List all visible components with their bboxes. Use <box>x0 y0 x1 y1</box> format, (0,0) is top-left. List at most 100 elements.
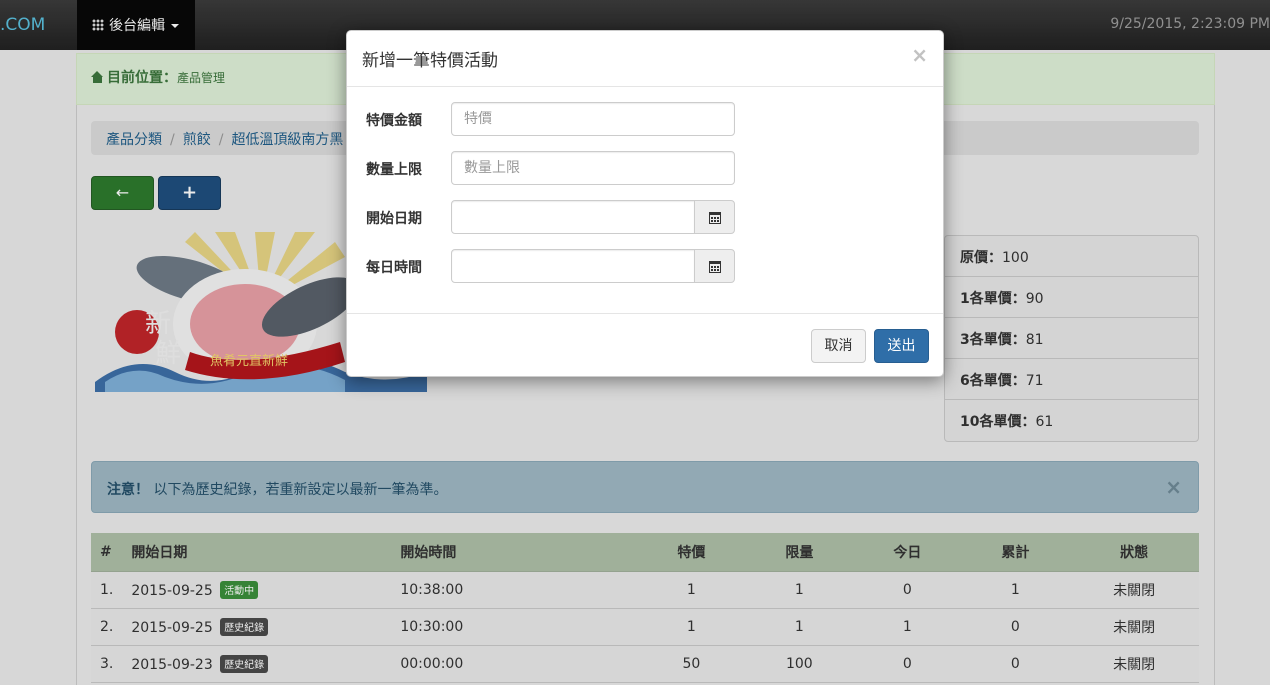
backend-edit-label: 後台編輯 <box>109 18 165 34</box>
svg-text:鮮: 鮮 <box>155 339 181 369</box>
price-label: 10各單價： <box>960 414 1036 430</box>
calendar-icon <box>709 261 721 273</box>
start-date-form-row: 開始日期 <box>347 200 945 234</box>
table-row: 1. 2015-09-25 活動中 10:38:00 1 1 0 1 未關閉 <box>91 571 1199 609</box>
cell-limit: 100 <box>745 645 854 683</box>
cell-total: 0 <box>961 645 1070 683</box>
start-date-input[interactable] <box>451 200 695 234</box>
caret-down-icon <box>171 24 179 28</box>
location-value: 產品管理 <box>177 71 226 85</box>
start-date-label: 開始日期 <box>366 211 422 227</box>
breadcrumb-item-dumplings[interactable]: 煎餃 <box>183 132 211 148</box>
cell-time: 10:38:00 <box>391 571 638 609</box>
qty-limit-input[interactable] <box>451 151 735 185</box>
price-label: 特價金額 <box>366 113 422 129</box>
cell-today: 0 <box>853 571 962 609</box>
col-header-no: # <box>91 533 123 572</box>
add-special-price-modal: 新增一筆特價活動 × 特價金額 數量上限 開始日期 每日時間 取消 送出 <box>346 30 944 377</box>
qty-form-row: 數量上限 <box>347 151 945 185</box>
price-item: 6各單價：71 <box>945 359 1198 400</box>
breadcrumb-item-product[interactable]: 超低溫頂級南方黑 <box>231 132 343 148</box>
cell-status: 未關閉 <box>1069 608 1199 646</box>
date-text: 2015-09-25 <box>131 582 213 599</box>
price-item: 3各單價：81 <box>945 318 1198 359</box>
cell-time: 00:00:00 <box>391 645 638 683</box>
price-label: 原價： <box>960 250 1002 266</box>
table-header-row: # 開始日期 開始時間 特價 限量 今日 累計 狀態 <box>91 533 1199 572</box>
cell-limit: 1 <box>745 571 854 609</box>
daily-time-label: 每日時間 <box>366 260 422 276</box>
start-date-calendar-button[interactable] <box>694 200 735 234</box>
modal-title: 新增一筆特價活動 <box>362 51 498 71</box>
history-table: # 開始日期 開始時間 特價 限量 今日 累計 狀態 1. 2015-09-25… <box>91 533 1199 683</box>
price-list: 原價：100 1各單價：90 3各單價：81 6各單價：71 10各單價：61 <box>944 235 1199 442</box>
cell-price: 1 <box>637 608 746 646</box>
cell-price: 50 <box>637 645 746 683</box>
cell-date: 2015-09-25 歷史紀錄 <box>122 608 392 646</box>
price-form-row: 特價金額 <box>347 102 945 136</box>
add-button[interactable]: + <box>158 176 221 210</box>
cell-today: 1 <box>853 608 962 646</box>
date-text: 2015-09-23 <box>131 656 213 673</box>
cell-status: 未關閉 <box>1069 571 1199 609</box>
cell-no: 3. <box>91 645 123 683</box>
table-row: 3. 2015-09-23 歷史紀錄 00:00:00 50 100 0 0 未… <box>91 645 1199 683</box>
calendar-icon <box>709 212 721 224</box>
breadcrumb-item-category[interactable]: 產品分類 <box>106 132 162 148</box>
history-badge: 歷史紀錄 <box>220 617 269 636</box>
back-button[interactable]: ← <box>91 176 154 210</box>
price-value: 71 <box>1025 373 1044 389</box>
alert-strong: 注意！ <box>107 482 149 498</box>
price-value: 100 <box>1002 250 1029 266</box>
status-badge: 活動中 <box>220 580 259 599</box>
col-header-total: 累計 <box>961 533 1070 572</box>
modal-footer: 取消 送出 <box>347 313 943 377</box>
cell-date: 2015-09-25 活動中 <box>122 571 392 609</box>
cell-status: 未關閉 <box>1069 645 1199 683</box>
cell-date: 2015-09-23 歷史紀錄 <box>122 645 392 683</box>
breadcrumb-separator: / <box>218 132 224 148</box>
col-header-limit: 限量 <box>745 533 854 572</box>
price-value: 81 <box>1025 332 1044 348</box>
qty-label: 數量上限 <box>366 162 422 178</box>
breadcrumb-separator: / <box>170 132 175 148</box>
cell-limit: 1 <box>745 608 854 646</box>
cell-total: 0 <box>961 608 1070 646</box>
cell-no: 2. <box>91 608 123 646</box>
svg-text:魚肴元直新鮮: 魚肴元直新鮮 <box>210 353 288 369</box>
svg-text:新: 新 <box>145 309 171 339</box>
price-label: 1各單價： <box>960 291 1026 307</box>
price-item: 1各單價：90 <box>945 277 1198 318</box>
modal-header: 新增一筆特價活動 × <box>347 31 943 87</box>
alert-text: 以下為歷史紀錄，若重新設定以最新一筆為準。 <box>153 482 448 498</box>
history-badge: 歷史紀錄 <box>220 654 269 673</box>
plus-icon: + <box>181 182 198 203</box>
col-header-today: 今日 <box>853 533 962 572</box>
daily-time-input[interactable] <box>451 249 695 283</box>
home-icon <box>91 71 104 83</box>
arrow-left-icon: ← <box>115 183 130 202</box>
table-row: 2. 2015-09-25 歷史紀錄 10:30:00 1 1 1 0 未關閉 <box>91 608 1199 646</box>
daily-time-calendar-button[interactable] <box>694 249 735 283</box>
date-text: 2015-09-25 <box>131 619 213 636</box>
price-value: 61 <box>1035 414 1054 430</box>
location-label: 目前位置： <box>107 70 177 86</box>
alert-close-icon[interactable]: × <box>1165 477 1182 497</box>
price-value: 90 <box>1025 291 1044 307</box>
modal-close-icon[interactable]: × <box>911 45 928 65</box>
cell-today: 0 <box>853 645 962 683</box>
submit-button[interactable]: 送出 <box>874 329 929 363</box>
backend-edit-menu[interactable]: 後台編輯 <box>77 0 195 50</box>
price-label: 6各單價： <box>960 373 1026 389</box>
brand-logo[interactable]: .COM <box>0 15 45 35</box>
notice-alert: 注意！ 以下為歷史紀錄，若重新設定以最新一筆為準。 × <box>91 461 1199 513</box>
clock: 9/25/2015, 2:23:09 PM <box>1110 16 1270 32</box>
col-header-start-date: 開始日期 <box>122 533 392 572</box>
price-input[interactable] <box>451 102 735 136</box>
cancel-button[interactable]: 取消 <box>811 329 866 363</box>
cell-total: 1 <box>961 571 1070 609</box>
col-header-start-time: 開始時間 <box>391 533 638 572</box>
cell-time: 10:30:00 <box>391 608 638 646</box>
price-label: 3各單價： <box>960 332 1026 348</box>
grid-icon <box>92 19 104 31</box>
